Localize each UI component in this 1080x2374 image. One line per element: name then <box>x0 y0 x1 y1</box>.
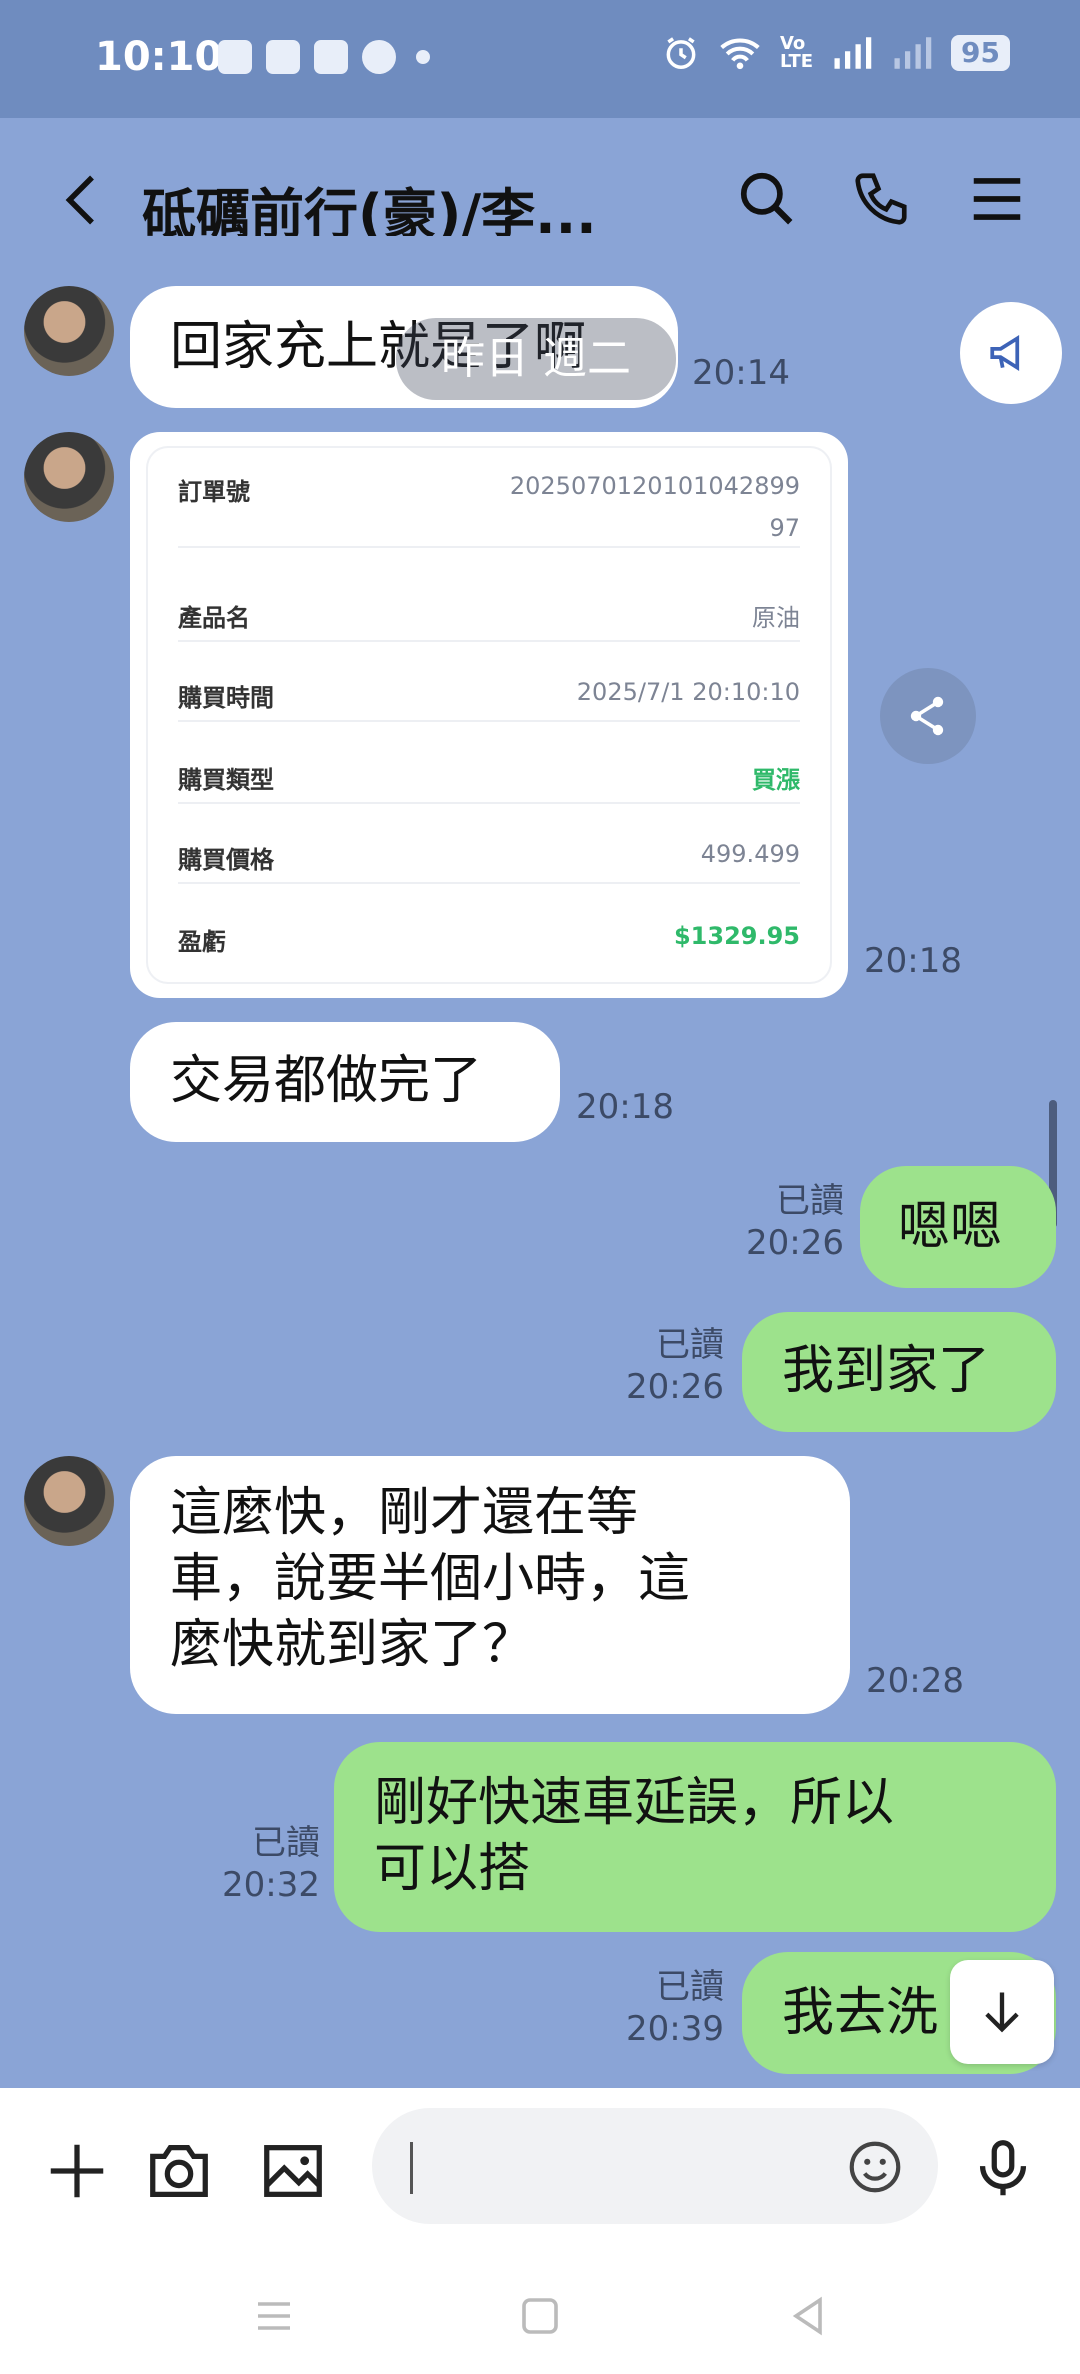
avatar[interactable] <box>24 432 114 522</box>
more-notifications-icon <box>416 50 430 64</box>
read-receipt: 已讀 <box>656 1967 724 2007</box>
wifi-icon <box>720 38 760 70</box>
message-text-line: 車，說要半個小時，這 <box>170 1549 691 1609</box>
volte-icon: Vo LTE <box>779 33 814 72</box>
message-time: 20:39 <box>626 2009 724 2049</box>
order-row-product: 產品名 原油 <box>178 598 800 642</box>
message-bubble-outgoing[interactable]: 我到家了 <box>742 1312 1056 1432</box>
message-text-line: 可以搭 <box>374 1839 531 1899</box>
order-value-cont: 97 <box>769 514 800 542</box>
message-read-meta: 已讀 20:26 <box>620 1324 724 1408</box>
message-time: 20:32 <box>222 1865 320 1905</box>
signal-icon <box>834 37 872 69</box>
battery-indicator: 95 <box>951 35 1010 71</box>
weather-icon <box>266 40 300 74</box>
camera-icon[interactable] <box>144 2136 214 2206</box>
scroll-to-bottom-button[interactable] <box>950 1960 1054 2064</box>
order-value: 2025/7/1 20:10:10 <box>576 678 800 706</box>
home-icon[interactable] <box>516 2292 564 2340</box>
message-bubble-incoming[interactable]: 交易都做完了 <box>130 1022 560 1142</box>
order-label: 購買時間 <box>178 684 274 712</box>
phone-icon[interactable] <box>850 168 912 230</box>
order-row-type: 購買類型 買漲 <box>178 760 800 804</box>
chat-header: 砥礪前行(豪)/李... <box>0 118 1080 278</box>
shopping-app-icon <box>218 40 252 74</box>
message-bubble-incoming[interactable]: 這麼快，剛才還在等 車，說要半個小時，這 麼快就到家了？ <box>130 1456 850 1714</box>
plus-icon[interactable] <box>42 2136 112 2206</box>
order-label: 購買類型 <box>178 766 274 794</box>
share-icon <box>910 696 944 736</box>
chat-title[interactable]: 砥礪前行(豪)/李... <box>142 170 662 236</box>
chrome-icon <box>362 40 396 74</box>
read-receipt: 已讀 <box>776 1181 844 1221</box>
megaphone-icon <box>990 335 1020 371</box>
signal-2-icon <box>894 37 932 69</box>
image-icon[interactable] <box>258 2136 328 2206</box>
message-text-line: 剛好快速車延誤，所以 <box>374 1773 895 1833</box>
message-read-meta: 已讀 20:39 <box>620 1966 724 2050</box>
message-read-meta: 已讀 20:26 <box>740 1180 844 1264</box>
message-time: 20:26 <box>626 1367 724 1407</box>
share-button[interactable] <box>880 668 976 764</box>
order-value: 499.499 <box>700 840 800 868</box>
order-card[interactable]: 訂單號 2025070120101042899 97 產品名 原油 購買時間 2… <box>130 432 848 998</box>
avatar[interactable] <box>24 1456 114 1546</box>
message-time: 20:26 <box>746 1223 844 1263</box>
back-nav-icon[interactable] <box>784 2292 832 2340</box>
arrow-down-icon <box>985 1992 1019 2033</box>
status-time: 10:10 <box>95 34 223 80</box>
read-receipt: 已讀 <box>656 1325 724 1365</box>
message-time: 20:18 <box>864 941 962 981</box>
alarm-icon <box>666 37 696 69</box>
order-card-body: 訂單號 2025070120101042899 97 產品名 原油 購買時間 2… <box>148 448 830 982</box>
order-row-id: 訂單號 2025070120101042899 97 <box>178 472 800 548</box>
mic-icon[interactable] <box>968 2134 1038 2204</box>
message-text: 我去洗 <box>782 1983 939 2043</box>
system-nav-bar <box>0 2258 1080 2374</box>
order-value: 原油 <box>752 604 800 632</box>
message-time: 20:28 <box>866 1661 964 1701</box>
order-label: 盈虧 <box>178 928 226 956</box>
message-text: 交易都做完了 <box>170 1051 483 1111</box>
order-row-price: 購買價格 499.499 <box>178 840 800 884</box>
message-text-line: 麼快就到家了？ <box>170 1615 535 1675</box>
order-label: 購買價格 <box>178 846 274 874</box>
message-read-meta: 已讀 20:32 <box>216 1822 320 1906</box>
order-label: 產品名 <box>178 604 250 632</box>
avatar[interactable] <box>24 286 114 376</box>
order-row-time: 購買時間 2025/7/1 20:10:10 <box>178 678 800 722</box>
message-text: 嗯嗯 <box>898 1197 1003 1257</box>
input-bar <box>0 2088 1080 2258</box>
message-input[interactable] <box>372 2108 938 2224</box>
emoji-icon[interactable] <box>844 2136 906 2198</box>
date-overlay-chip: 昨日 週二 <box>396 318 676 400</box>
chevron-left-icon[interactable] <box>52 170 112 230</box>
message-text: 我到家了 <box>782 1341 991 1401</box>
edit-app-icon <box>314 40 348 74</box>
text-caret <box>410 2142 413 2194</box>
announcement-button[interactable] <box>960 302 1062 404</box>
message-bubble-outgoing[interactable]: 剛好快速車延誤，所以 可以搭 <box>334 1742 1056 1932</box>
menu-icon[interactable] <box>966 168 1028 230</box>
order-value: $1329.95 <box>673 922 800 950</box>
message-bubble-outgoing[interactable]: 嗯嗯 <box>860 1166 1056 1288</box>
order-row-pnl: 盈虧 $1329.95 <box>178 922 800 964</box>
message-time: 20:14 <box>692 353 790 393</box>
order-label: 訂單號 <box>178 478 250 506</box>
system-icons: Vo LTE 95 <box>662 34 1010 72</box>
order-value: 2025070120101042899 <box>509 472 800 500</box>
order-value: 買漲 <box>752 766 800 794</box>
search-icon[interactable] <box>736 168 798 230</box>
message-time: 20:18 <box>576 1087 674 1127</box>
notification-icons <box>218 40 430 74</box>
recent-apps-icon[interactable] <box>250 2292 298 2340</box>
read-receipt: 已讀 <box>252 1823 320 1863</box>
status-bar: 10:10 Vo LTE 95 <box>0 0 1080 118</box>
message-text-line: 這麼快，剛才還在等 <box>170 1483 639 1543</box>
